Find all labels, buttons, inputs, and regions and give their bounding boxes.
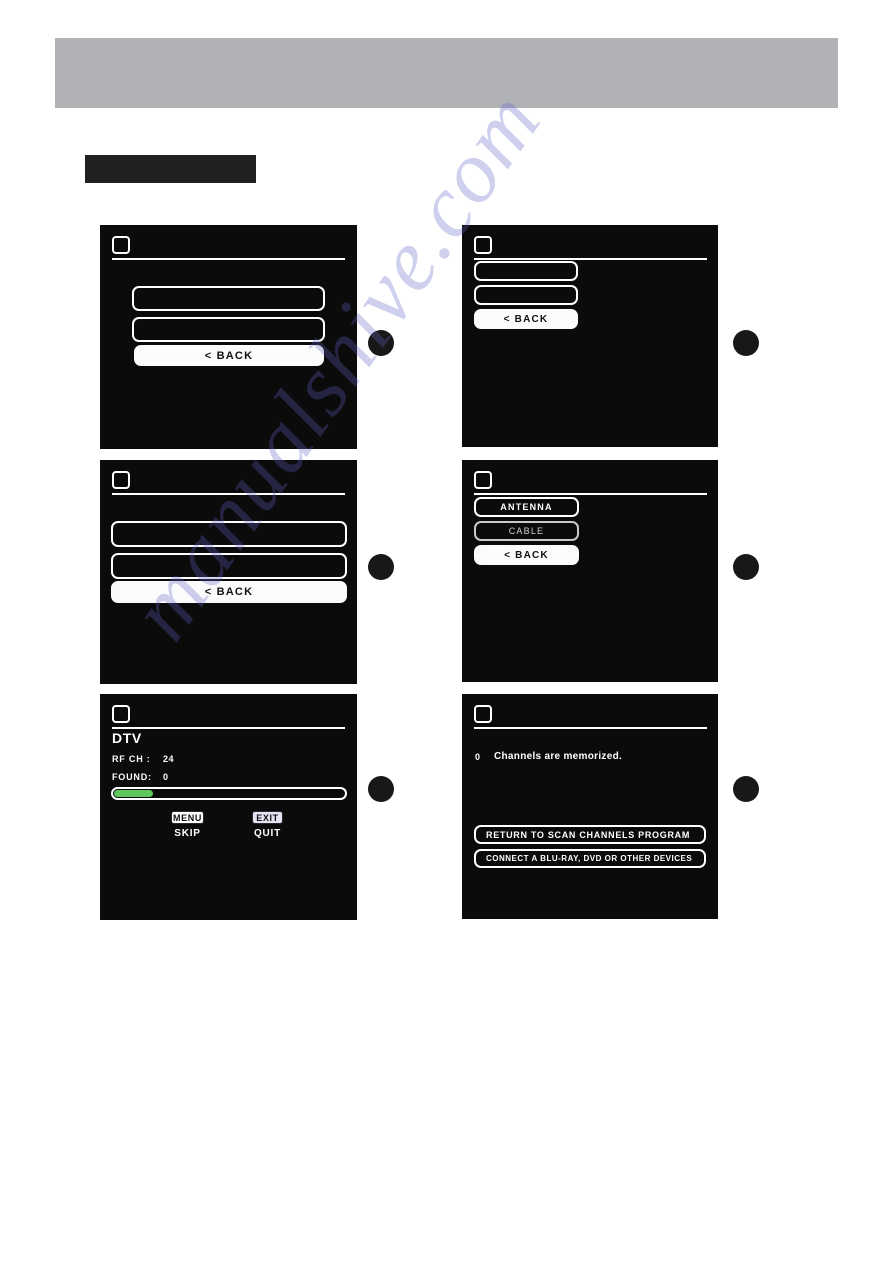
exit-key[interactable]: EXIT [252,811,283,824]
rf-channel-label: RF CH : [112,754,151,764]
step-bullet-5 [368,776,394,802]
title-divider [474,258,707,260]
found-value: 0 [163,772,169,782]
rounded-square-icon [474,471,492,489]
back-button[interactable]: < BACK [474,309,578,329]
step-bullet-3 [368,554,394,580]
tv-screen-panel-6: 0 Channels are memorized. RETURN TO SCAN… [462,694,718,919]
section-label-block [85,155,256,183]
connect-device-button[interactable]: CONNECT A BLU-RAY, DVD OR OTHER DEVICES [474,849,706,868]
tv-screen-panel-1: < BACK [100,225,357,449]
title-divider [474,493,707,495]
step-bullet-2 [733,330,759,356]
step-bullet-1 [368,330,394,356]
rf-channel-value: 24 [163,754,175,764]
back-button[interactable]: < BACK [474,545,579,565]
page-header-bar [55,38,838,108]
tv-screen-panel-5: DTV RF CH : 24 FOUND: 0 MENU SKIP EXIT Q… [100,694,357,920]
memorized-channel-count: 0 [475,752,481,762]
option-box-2[interactable] [132,317,325,342]
option-box-1[interactable] [111,521,347,547]
menu-key[interactable]: MENU [171,811,204,824]
scan-progress-fill [114,790,154,797]
return-to-scan-button[interactable]: RETURN TO SCAN CHANNELS PROGRAM [474,825,706,844]
quit-label: QUIT [253,828,282,839]
step-bullet-6 [733,776,759,802]
back-button[interactable]: < BACK [111,581,347,603]
title-divider [112,258,345,260]
tv-screen-panel-4: ANTENNA CABLE < BACK [462,460,718,682]
cable-option[interactable]: CABLE [474,521,579,541]
option-box-1[interactable] [132,286,325,311]
title-divider [474,727,707,729]
tv-screen-panel-3: < BACK [100,460,357,684]
option-box-2[interactable] [474,285,578,305]
found-label: FOUND: [112,772,152,782]
back-button[interactable]: < BACK [134,345,324,366]
tv-screen-panel-2: < BACK [462,225,718,447]
rounded-square-icon [474,705,492,723]
antenna-option[interactable]: ANTENNA [474,497,579,517]
scan-progress-bar [111,787,347,800]
memorized-message: Channels are memorized. [494,751,623,762]
option-box-1[interactable] [474,261,578,281]
step-bullet-4 [733,554,759,580]
title-divider [112,727,345,729]
rounded-square-icon [112,471,130,489]
scan-source-title: DTV [112,730,142,746]
rounded-square-icon [112,236,130,254]
skip-label: SKIP [174,828,201,839]
option-box-2[interactable] [111,553,347,579]
rounded-square-icon [474,236,492,254]
rounded-square-icon [112,705,130,723]
title-divider [112,493,345,495]
